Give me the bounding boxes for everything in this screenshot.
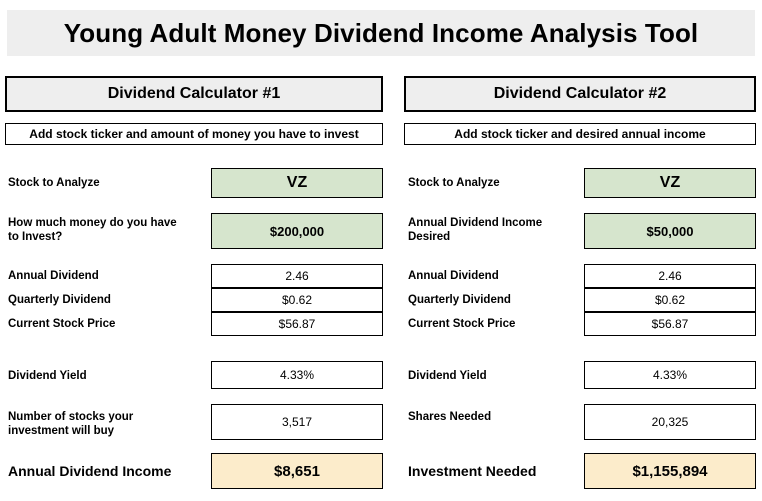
quarterly-dividend-value-2: $0.62 bbox=[584, 288, 756, 312]
annual-dividend-income-value-1: $8,651 bbox=[211, 453, 383, 489]
annual-dividend-value-2: 2.46 bbox=[584, 264, 756, 288]
calculator-2-header: Dividend Calculator #2 bbox=[404, 76, 756, 112]
stock-to-analyze-label-2: Stock to Analyze bbox=[408, 177, 500, 189]
annual-dividend-value-1: 2.46 bbox=[211, 264, 383, 288]
stock-to-analyze-label-1: Stock to Analyze bbox=[8, 177, 100, 189]
shares-count-value-1: 3,517 bbox=[211, 404, 383, 440]
quarterly-dividend-value-1: $0.62 bbox=[211, 288, 383, 312]
dividend-yield-value-2: 4.33% bbox=[584, 361, 756, 389]
current-stock-price-value-1: $56.87 bbox=[211, 312, 383, 336]
investment-amount-input-1[interactable]: $200,000 bbox=[211, 213, 383, 249]
current-stock-price-label-2: Current Stock Price bbox=[408, 318, 516, 330]
dividend-yield-value-1: 4.33% bbox=[211, 361, 383, 389]
investment-needed-label-2: Investment Needed bbox=[408, 463, 537, 479]
annual-dividend-label-2: Annual Dividend bbox=[408, 270, 499, 282]
annual-dividend-income-label-1: Annual Dividend Income bbox=[8, 463, 172, 479]
calculator-2-instruction: Add stock ticker and desired annual inco… bbox=[404, 123, 756, 145]
investment-needed-value-2: $1,155,894 bbox=[584, 453, 756, 489]
calculator-1-instruction: Add stock ticker and amount of money you… bbox=[5, 123, 383, 145]
annual-dividend-label-1: Annual Dividend bbox=[8, 270, 99, 282]
dividend-yield-label-1: Dividend Yield bbox=[8, 370, 87, 382]
current-stock-price-label-1: Current Stock Price bbox=[8, 318, 116, 330]
stock-ticker-input-1[interactable]: VZ bbox=[211, 168, 383, 198]
shares-needed-value-2: 20,325 bbox=[584, 404, 756, 440]
investment-amount-label-1: How much money do you have to Invest? bbox=[8, 217, 177, 244]
dividend-calculator-1: Dividend Calculator #1 Add stock ticker … bbox=[0, 0, 390, 501]
desired-income-label-2: Annual Dividend Income Desired bbox=[408, 217, 543, 244]
dividend-yield-label-2: Dividend Yield bbox=[408, 370, 487, 382]
desired-income-input-2[interactable]: $50,000 bbox=[584, 213, 756, 249]
quarterly-dividend-label-1: Quarterly Dividend bbox=[8, 294, 111, 306]
calculator-1-header: Dividend Calculator #1 bbox=[5, 76, 383, 112]
quarterly-dividend-label-2: Quarterly Dividend bbox=[408, 294, 511, 306]
current-stock-price-value-2: $56.87 bbox=[584, 312, 756, 336]
shares-count-label-1: Number of stocks your investment will bu… bbox=[8, 411, 134, 438]
dividend-calculator-2: Dividend Calculator #2 Add stock ticker … bbox=[390, 0, 762, 501]
stock-ticker-input-2[interactable]: VZ bbox=[584, 168, 756, 198]
shares-needed-label-2: Shares Needed bbox=[408, 411, 492, 423]
